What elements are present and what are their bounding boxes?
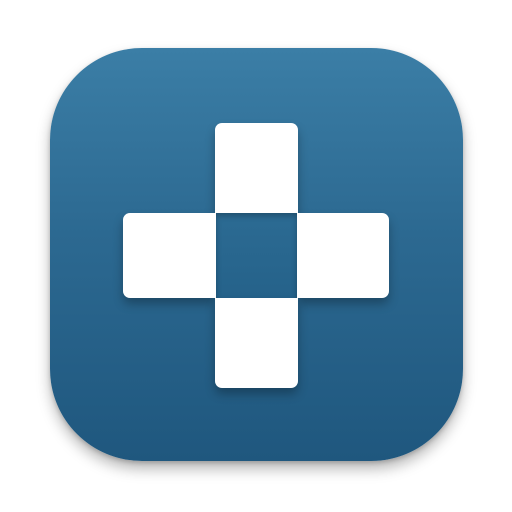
cross-center-square xyxy=(216,213,297,298)
app-icon[interactable] xyxy=(50,48,463,461)
cross-top-arm xyxy=(215,123,298,213)
icon-canvas xyxy=(0,0,512,512)
cross-left-arm xyxy=(123,213,216,298)
cross-bottom-arm xyxy=(215,298,298,388)
cross-right-arm xyxy=(297,213,389,298)
